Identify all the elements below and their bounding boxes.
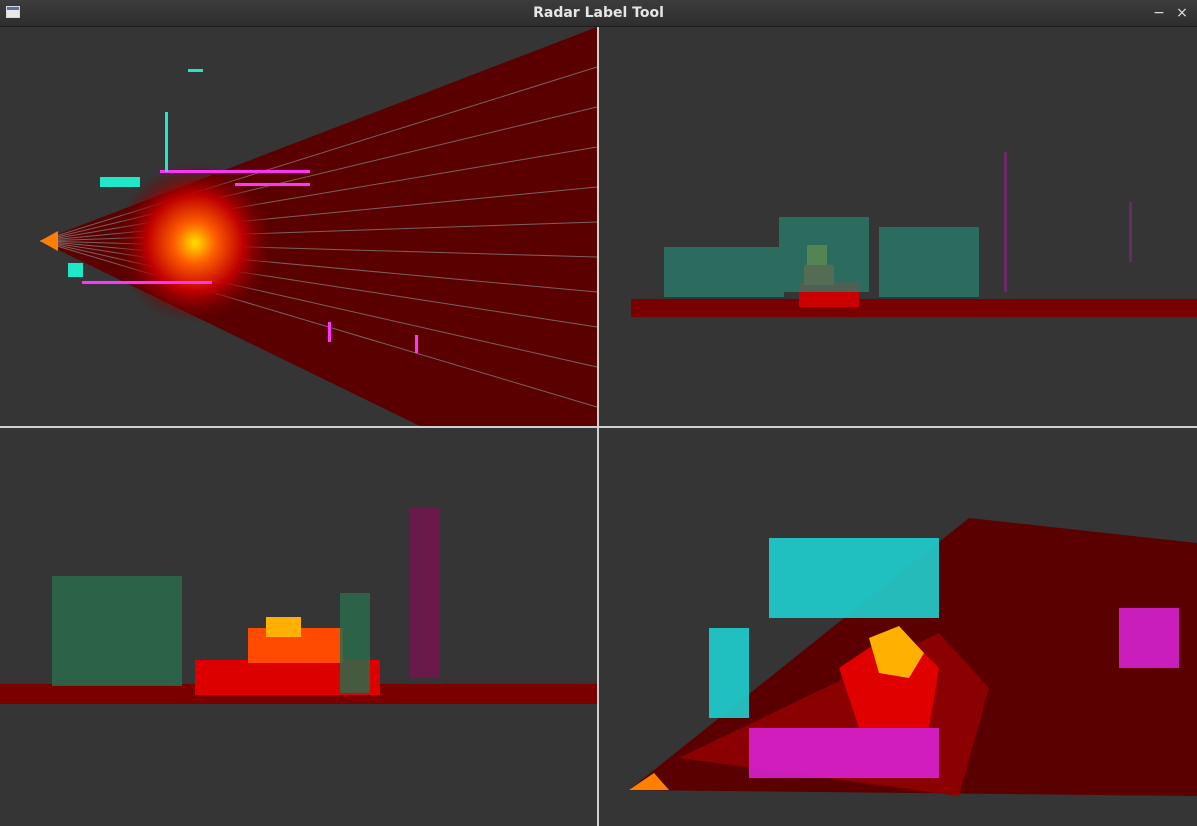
title-bar: Radar Label Tool − × — [0, 0, 1197, 27]
close-button[interactable]: × — [1172, 3, 1192, 23]
side-view-canvas[interactable] — [0, 428, 597, 826]
side-view-viewport[interactable] — [0, 428, 597, 826]
minimize-button[interactable]: − — [1149, 3, 1169, 23]
top-view-canvas[interactable] — [0, 27, 597, 426]
radar-object-peak — [266, 617, 301, 637]
window-title: Radar Label Tool — [533, 5, 664, 21]
top-view-viewport[interactable] — [0, 27, 597, 426]
perspective-view-canvas[interactable] — [599, 428, 1197, 826]
lidar-points-magenta — [1004, 152, 1132, 292]
lidar-points — [664, 217, 979, 297]
sensor-origin-marker — [40, 231, 58, 251]
front-view-viewport[interactable] — [599, 27, 1197, 426]
ground-radar-band — [631, 299, 1197, 317]
horizontal-splitter[interactable] — [0, 426, 1197, 428]
lidar-points-magenta — [410, 508, 440, 678]
perspective-view-viewport[interactable] — [599, 428, 1197, 826]
front-view-canvas[interactable] — [599, 27, 1197, 426]
